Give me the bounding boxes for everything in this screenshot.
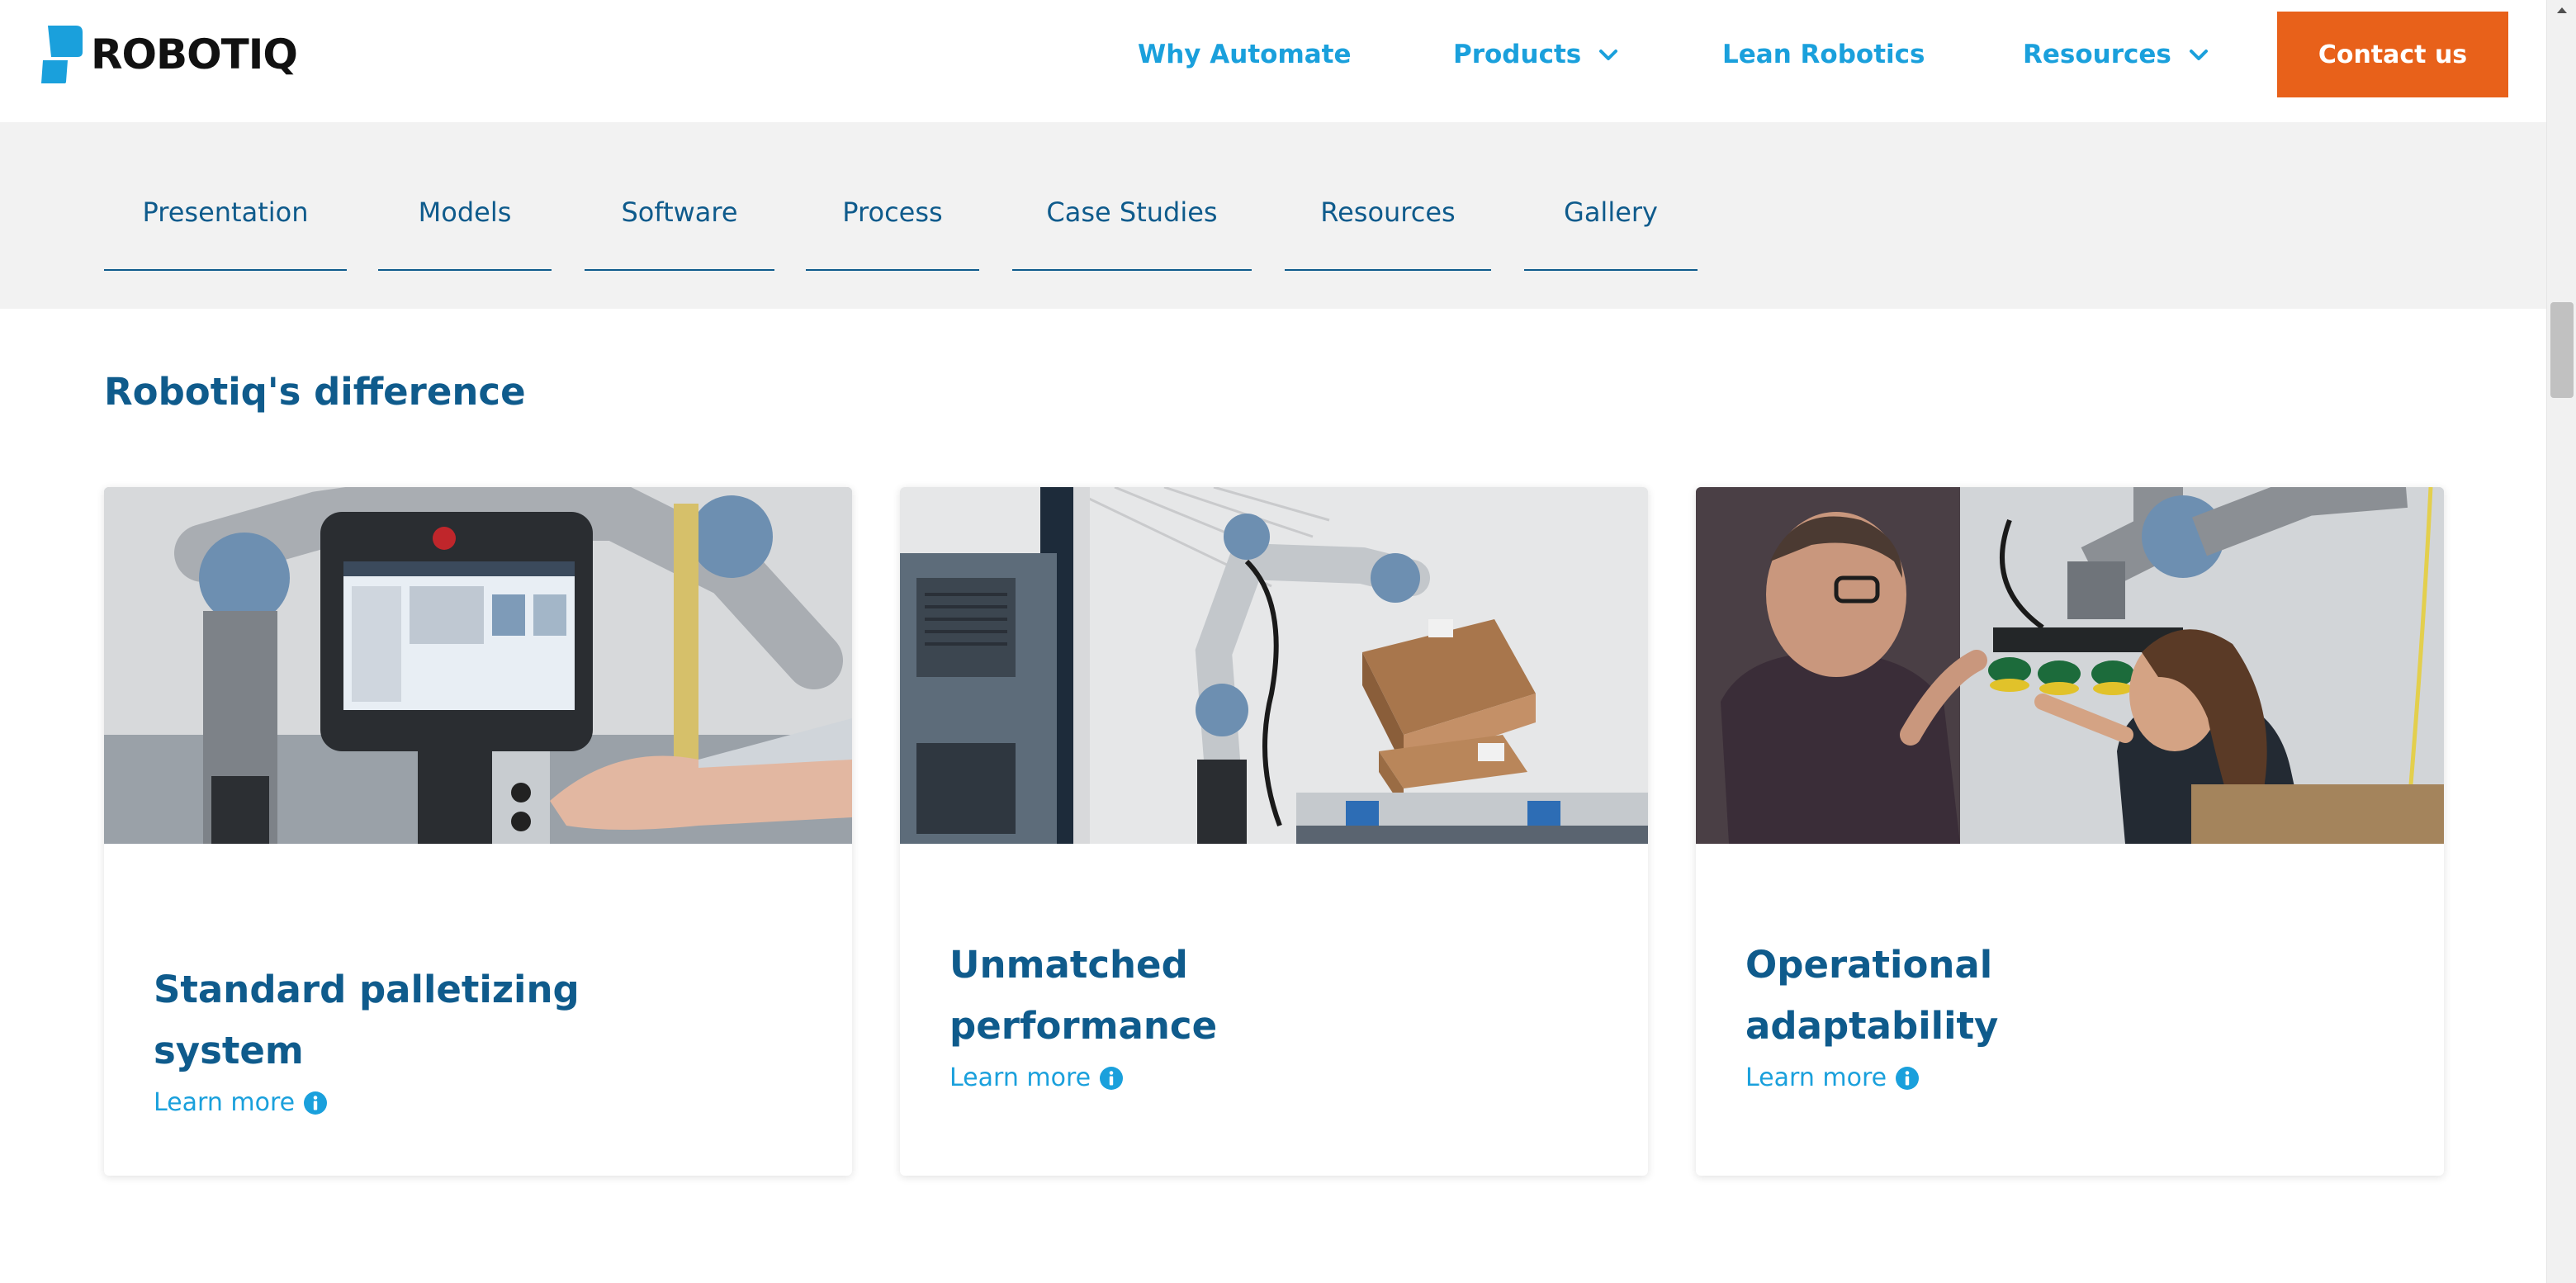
info-icon xyxy=(304,1091,328,1115)
tab-label: Presentation xyxy=(142,196,309,228)
tab-software[interactable]: Software xyxy=(585,192,774,271)
nav-products[interactable]: Products xyxy=(1453,33,1621,76)
chevron-down-icon xyxy=(2189,50,2208,60)
learn-more-label: Learn more xyxy=(1745,1063,1887,1092)
tab-label: Process xyxy=(842,196,943,228)
learn-more-link[interactable]: Learn more xyxy=(949,1063,1124,1092)
card-title-line: adaptability xyxy=(1745,1004,1999,1048)
card-title: Standard palletizing system xyxy=(154,959,748,1082)
tab-label: Models xyxy=(418,196,512,228)
tab-label: Resources xyxy=(1320,196,1456,228)
nav-label: Products xyxy=(1453,40,1582,69)
product-subnav: Presentation Models Software Process Cas… xyxy=(0,122,2546,309)
learn-more-link[interactable]: Learn more xyxy=(154,1088,328,1117)
card-title-line: Operational xyxy=(1745,943,1993,987)
nav-resources[interactable]: Resources xyxy=(2023,33,2211,76)
tab-resources[interactable]: Resources xyxy=(1285,192,1491,271)
tab-case-studies[interactable]: Case Studies xyxy=(1012,192,1252,271)
card-title: Operational adaptability xyxy=(1745,935,2340,1057)
card-title-line: Standard palletizing xyxy=(154,968,580,1011)
tab-label: Gallery xyxy=(1564,196,1658,228)
tab-label: Case Studies xyxy=(1046,196,1218,228)
feature-card: Unmatched performance Learn more xyxy=(900,487,1648,1176)
tab-label: Software xyxy=(621,196,738,228)
nav-lean-robotics[interactable]: Lean Robotics xyxy=(1722,33,1925,76)
nav-why-automate[interactable]: Why Automate xyxy=(1138,33,1352,76)
card-title-line: system xyxy=(154,1029,304,1072)
nav-label: Resources xyxy=(2023,40,2171,69)
tab-models[interactable]: Models xyxy=(378,192,552,271)
teach-pendant-photo xyxy=(104,487,852,844)
page-scrollbar[interactable] xyxy=(2546,0,2576,1283)
info-icon xyxy=(1896,1066,1920,1090)
feature-card: Standard palletizing system Learn more xyxy=(104,487,852,1176)
main-nav: Why Automate Products Lean Robotics Reso… xyxy=(0,0,2546,107)
contact-us-button[interactable]: Contact us xyxy=(2277,12,2508,97)
tab-gallery[interactable]: Gallery xyxy=(1524,192,1698,271)
tab-process[interactable]: Process xyxy=(806,192,979,271)
scrollbar-thumb[interactable] xyxy=(2550,302,2574,398)
chevron-down-icon xyxy=(1599,50,1618,60)
feature-card: Operational adaptability Learn more xyxy=(1696,487,2444,1176)
scroll-up-arrow-icon[interactable] xyxy=(2547,0,2576,21)
card-title-line: Unmatched xyxy=(949,943,1188,987)
section-title: Robotiq's difference xyxy=(104,370,526,414)
tab-presentation[interactable]: Presentation xyxy=(104,192,347,271)
info-icon xyxy=(1100,1066,1124,1090)
learn-more-link[interactable]: Learn more xyxy=(1745,1063,1920,1092)
card-title-line: performance xyxy=(949,1004,1218,1048)
card-title: Unmatched performance xyxy=(949,935,1544,1057)
palletizer-box-photo xyxy=(900,487,1648,844)
nav-label: Why Automate xyxy=(1138,40,1352,69)
nav-label: Lean Robotics xyxy=(1722,40,1925,69)
vacuum-gripper-photo xyxy=(1696,487,2444,844)
site-header: ROBOTIQ Why Automate Products Lean Robot… xyxy=(0,0,2546,122)
learn-more-label: Learn more xyxy=(154,1088,296,1117)
learn-more-label: Learn more xyxy=(949,1063,1091,1092)
